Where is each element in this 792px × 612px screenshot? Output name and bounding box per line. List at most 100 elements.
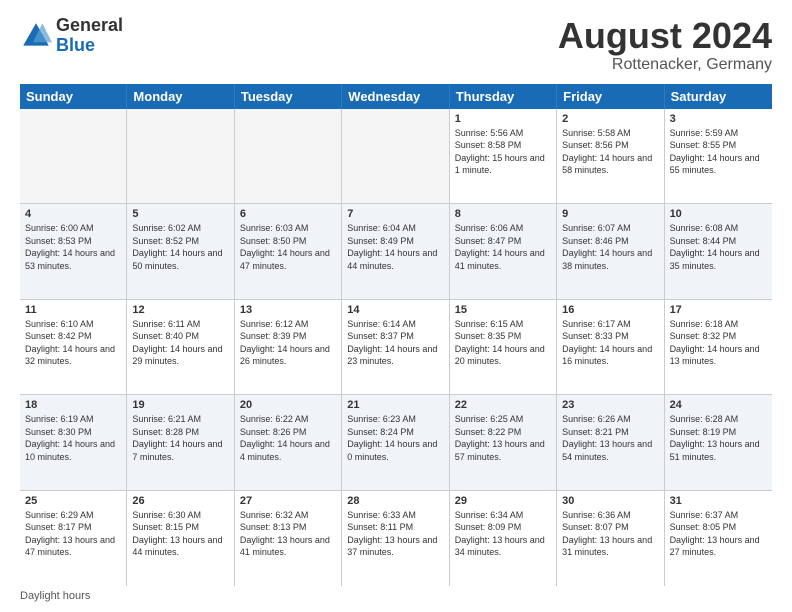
cell-details: Sunrise: 6:33 AMSunset: 8:11 PMDaylight:… [347,509,443,559]
cal-cell-1: 1Sunrise: 5:56 AMSunset: 8:58 PMDaylight… [450,109,557,203]
logo-icon [20,20,52,52]
calendar: SundayMondayTuesdayWednesdayThursdayFrid… [20,84,772,586]
day-number: 11 [25,304,121,316]
day-number: 15 [455,304,551,316]
page: General Blue August 2024 Rottenacker, Ge… [0,0,792,612]
month-year: August 2024 [558,16,772,56]
calendar-row-3: 11 Sunrise: 6:10 AMSunset: 8:42 PMDayligh… [20,300,772,395]
calendar-row-4: 18 Sunrise: 6:19 AMSunset: 8:30 PMDayligh… [20,395,772,490]
day-number: 16 [562,304,658,316]
cell-details: Sunrise: 5:59 AMSunset: 8:55 PMDaylight:… [670,127,767,177]
day-number: 21 [347,399,443,411]
cell-details: Sunrise: 6:25 AMSunset: 8:22 PMDaylight:… [455,413,551,463]
cell-details: Sunrise: 6:07 AMSunset: 8:46 PMDaylight:… [562,222,658,272]
cal-cell-28: 28 Sunrise: 6:33 AMSunset: 8:11 PMDayligh… [342,491,449,586]
day-number: 17 [670,304,767,316]
cell-details: Sunrise: 6:28 AMSunset: 8:19 PMDaylight:… [670,413,767,463]
day-of-week-monday: Monday [127,84,234,109]
cal-cell-3: 3 Sunrise: 5:59 AMSunset: 8:55 PMDaylight… [665,109,772,203]
day-number: 28 [347,495,443,507]
calendar-row-5: 25 Sunrise: 6:29 AMSunset: 8:17 PMDayligh… [20,491,772,586]
title-block: August 2024 Rottenacker, Germany [558,16,772,74]
cal-cell-20: 20 Sunrise: 6:22 AMSunset: 8:26 PMDayligh… [235,395,342,489]
cell-details: Sunrise: 6:08 AMSunset: 8:44 PMDaylight:… [670,222,767,272]
calendar-header: SundayMondayTuesdayWednesdayThursdayFrid… [20,84,772,109]
day-number: 25 [25,495,121,507]
logo: General Blue [20,16,123,56]
cell-details: Sunrise: 6:10 AMSunset: 8:42 PMDaylight:… [25,318,121,368]
day-number: 29 [455,495,551,507]
day-number: 31 [670,495,767,507]
day-number: 2 [562,113,658,125]
day-of-week-wednesday: Wednesday [342,84,449,109]
cell-details: Sunrise: 6:11 AMSunset: 8:40 PMDaylight:… [132,318,228,368]
cell-details: Sunrise: 6:17 AMSunset: 8:33 PMDaylight:… [562,318,658,368]
cal-cell-23: 23Sunrise: 6:26 AMSunset: 8:21 PMDayligh… [557,395,664,489]
cell-details: Sunrise: 6:04 AMSunset: 8:49 PMDaylight:… [347,222,443,272]
location: Rottenacker, Germany [558,56,772,74]
cell-details: Sunrise: 6:32 AMSunset: 8:13 PMDaylight:… [240,509,336,559]
cal-cell-10: 10Sunrise: 6:08 AMSunset: 8:44 PMDayligh… [665,204,772,298]
cell-details: Sunrise: 6:19 AMSunset: 8:30 PMDaylight:… [25,413,121,463]
cell-details: Sunrise: 6:36 AMSunset: 8:07 PMDaylight:… [562,509,658,559]
cal-cell-26: 26Sunrise: 6:30 AMSunset: 8:15 PMDayligh… [127,491,234,586]
cal-cell-7: 7 Sunrise: 6:04 AMSunset: 8:49 PMDaylight… [342,204,449,298]
day-number: 27 [240,495,336,507]
cell-details: Sunrise: 6:03 AMSunset: 8:50 PMDaylight:… [240,222,336,272]
cell-details: Sunrise: 6:30 AMSunset: 8:15 PMDaylight:… [132,509,228,559]
day-number: 9 [562,208,658,220]
day-number: 3 [670,113,767,125]
cell-details: Sunrise: 6:12 AMSunset: 8:39 PMDaylight:… [240,318,336,368]
footer-note: Daylight hours [20,590,772,602]
cal-cell-29: 29Sunrise: 6:34 AMSunset: 8:09 PMDayligh… [450,491,557,586]
cal-cell-5: 5Sunrise: 6:02 AMSunset: 8:52 PMDaylight… [127,204,234,298]
day-number: 24 [670,399,767,411]
day-of-week-sunday: Sunday [20,84,127,109]
cal-cell-11: 11 Sunrise: 6:10 AMSunset: 8:42 PMDayligh… [20,300,127,394]
logo-blue: Blue [56,36,123,56]
day-number: 8 [455,208,551,220]
day-number: 5 [132,208,228,220]
cal-cell-empty-0-2 [235,109,342,203]
cal-cell-24: 24 Sunrise: 6:28 AMSunset: 8:19 PMDayligh… [665,395,772,489]
day-number: 18 [25,399,121,411]
cell-details: Sunrise: 6:15 AMSunset: 8:35 PMDaylight:… [455,318,551,368]
cal-cell-25: 25 Sunrise: 6:29 AMSunset: 8:17 PMDayligh… [20,491,127,586]
day-number: 22 [455,399,551,411]
header: General Blue August 2024 Rottenacker, Ge… [20,16,772,74]
day-number: 20 [240,399,336,411]
day-number: 23 [562,399,658,411]
cal-cell-21: 21Sunrise: 6:23 AMSunset: 8:24 PMDayligh… [342,395,449,489]
day-number: 12 [132,304,228,316]
calendar-row-2: 4Sunrise: 6:00 AMSunset: 8:53 PMDaylight… [20,204,772,299]
day-of-week-tuesday: Tuesday [235,84,342,109]
cal-cell-16: 16 Sunrise: 6:17 AMSunset: 8:33 PMDayligh… [557,300,664,394]
cal-cell-27: 27 Sunrise: 6:32 AMSunset: 8:13 PMDayligh… [235,491,342,586]
cal-cell-empty-0-1 [127,109,234,203]
day-number: 6 [240,208,336,220]
day-of-week-saturday: Saturday [665,84,772,109]
logo-text: General Blue [56,16,123,56]
cell-details: Sunrise: 6:06 AMSunset: 8:47 PMDaylight:… [455,222,551,272]
cell-details: Sunrise: 6:29 AMSunset: 8:17 PMDaylight:… [25,509,121,559]
day-of-week-friday: Friday [557,84,664,109]
cell-details: Sunrise: 6:22 AMSunset: 8:26 PMDaylight:… [240,413,336,463]
cal-cell-8: 8 Sunrise: 6:06 AMSunset: 8:47 PMDaylight… [450,204,557,298]
cell-details: Sunrise: 5:58 AMSunset: 8:56 PMDaylight:… [562,127,658,177]
cell-details: Sunrise: 6:14 AMSunset: 8:37 PMDaylight:… [347,318,443,368]
day-number: 7 [347,208,443,220]
cal-cell-2: 2 Sunrise: 5:58 AMSunset: 8:56 PMDaylight… [557,109,664,203]
cal-cell-empty-0-0 [20,109,127,203]
cal-cell-12: 12 Sunrise: 6:11 AMSunset: 8:40 PMDayligh… [127,300,234,394]
cal-cell-31: 31 Sunrise: 6:37 AMSunset: 8:05 PMDayligh… [665,491,772,586]
cal-cell-22: 22 Sunrise: 6:25 AMSunset: 8:22 PMDayligh… [450,395,557,489]
cal-cell-4: 4Sunrise: 6:00 AMSunset: 8:53 PMDaylight… [20,204,127,298]
day-number: 13 [240,304,336,316]
cal-cell-17: 17Sunrise: 6:18 AMSunset: 8:32 PMDayligh… [665,300,772,394]
cal-cell-14: 14 Sunrise: 6:14 AMSunset: 8:37 PMDayligh… [342,300,449,394]
cal-cell-13: 13 Sunrise: 6:12 AMSunset: 8:39 PMDayligh… [235,300,342,394]
cell-details: Sunrise: 6:37 AMSunset: 8:05 PMDaylight:… [670,509,767,559]
cell-details: Sunrise: 5:56 AMSunset: 8:58 PMDaylight:… [455,127,551,177]
calendar-body: 1Sunrise: 5:56 AMSunset: 8:58 PMDaylight… [20,109,772,586]
day-number: 14 [347,304,443,316]
